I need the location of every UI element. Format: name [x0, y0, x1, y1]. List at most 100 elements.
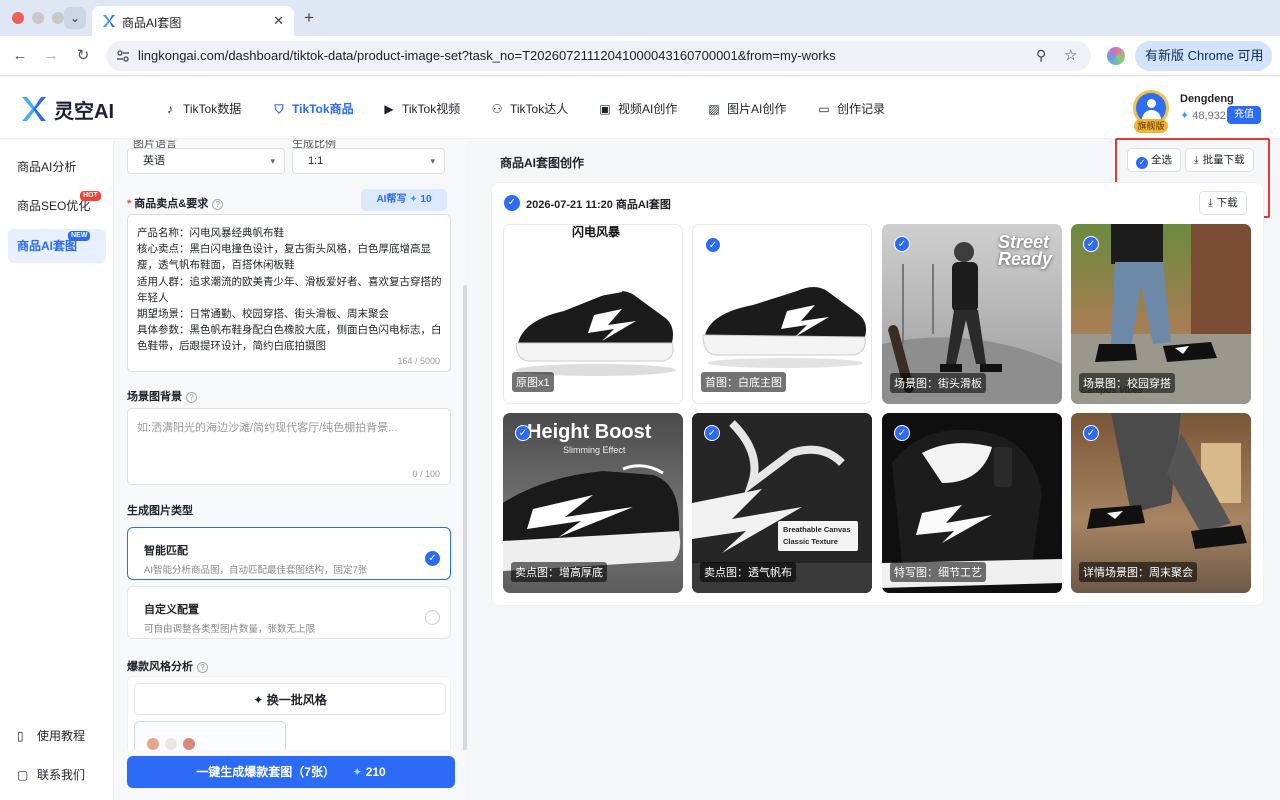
style-option-card[interactable] — [134, 721, 286, 750]
help-icon[interactable]: ? — [186, 392, 197, 403]
check-circle-icon[interactable]: ✓ — [894, 236, 910, 252]
sidebar-item-label: 商品SEO优化 — [17, 199, 91, 213]
nav-tiktok-creators[interactable]: ⚇ TikTok达人 — [490, 100, 569, 117]
option-desc: AI智能分析商品图，自动匹配最佳套图结构，固定7张 — [144, 565, 368, 576]
language-value: 英语 — [143, 155, 165, 167]
nav-video-ai[interactable]: ▣ 视频AI创作 — [598, 100, 677, 117]
nav-label: TikTok达人 — [510, 102, 569, 116]
style-analysis-label: 爆款风格分析? — [127, 658, 208, 674]
download-label: 下载 — [1216, 197, 1238, 209]
image-tile-campus[interactable]: Campus Vibes ✓ 场景图：校园穿搭 — [1071, 224, 1251, 404]
color-swatch — [183, 738, 195, 750]
new-tab-icon[interactable]: + — [304, 8, 314, 28]
ai-help-cost: 10 — [420, 194, 432, 205]
check-circle-icon[interactable]: ✓ — [705, 237, 721, 253]
update-label: 有新版 Chrome 可用 — [1145, 48, 1264, 63]
tile-label: 卖点图：透气帆布 — [700, 562, 796, 582]
selling-points-text: 产品名称：闪电风暴经典帆布鞋 核心卖点：黑白闪电撞色设计，复古街头风格，白色厚底… — [137, 227, 442, 353]
image-tile-original[interactable]: 闪电风暴 原图x1 — [503, 224, 683, 404]
tile-label: 特写图：细节工艺 — [890, 562, 986, 582]
nav-history[interactable]: ▭ 创作记录 — [817, 100, 885, 117]
download-button[interactable]: ⤓ 下载 — [1199, 191, 1247, 215]
feature-text: Breathable Canvas — [783, 525, 851, 534]
help-icon[interactable]: ? — [197, 662, 208, 673]
tab-title: 商品AI套图 — [122, 16, 182, 30]
tile-label: 场景图：街头滑板 — [890, 373, 986, 393]
sidebar-item-product-analysis[interactable]: 商品AI分析 — [8, 150, 106, 184]
selling-points-label: * 商品卖点&要求? — [127, 195, 224, 211]
sidebar-item-image-set[interactable]: 商品AI套图 NEW — [8, 229, 106, 263]
form-scrollbar[interactable] — [463, 285, 467, 755]
image-tile-street-skate[interactable]: Street Ready ✓ 场景图：街头滑板 — [882, 224, 1062, 404]
more-menu-icon[interactable]: ⋮ — [1251, 41, 1264, 71]
scene-textarea[interactable]: 如:洒满阳光的海边沙滩/简约现代客厅/纯色棚拍背景... 0 / 100 — [127, 408, 451, 485]
contact-link[interactable]: ▢ 联系我们 — [17, 766, 85, 783]
help-icon[interactable]: ? — [212, 199, 224, 210]
tab-search-chevron-icon[interactable]: ⌄ — [64, 7, 86, 29]
tutorial-link[interactable]: ▯ 使用教程 — [17, 727, 85, 744]
option-custom-config[interactable]: 自定义配置 可自由调整各类型图片数量，张数无上限 — [127, 586, 451, 639]
sidebar: 商品AI分析 商品SEO优化 HOT 商品AI套图 NEW ▯ 使用教程 ▢ 联系我… — [0, 140, 114, 800]
check-circle-icon[interactable]: ✓ — [704, 425, 720, 441]
result-title: 2026-07-21 11:20 商品AI套图 — [526, 199, 671, 211]
generate-button[interactable]: 一键生成爆款套图（7张） ✦ 210 — [127, 756, 455, 788]
selling-points-textarea[interactable]: 产品名称：闪电风暴经典帆布鞋 核心卖点：黑白闪电撞色设计，复古街头风格，白色厚底… — [127, 214, 451, 372]
profile-avatar[interactable] — [1107, 47, 1125, 65]
nav-tiktok-products[interactable]: ⛉ TikTok商品 — [272, 100, 353, 117]
video-icon: ▶ — [384, 102, 394, 116]
nav-tiktok-videos[interactable]: ▶ TikTok视频 — [382, 100, 460, 117]
nav-tiktok-data[interactable]: ♪ TikTok数据 — [163, 100, 241, 117]
ratio-select[interactable]: 1:1 ▾ — [292, 148, 445, 174]
back-arrow-icon[interactable]: ← — [9, 45, 31, 67]
nav-label: 图片AI创作 — [727, 102, 787, 116]
chrome-update-button[interactable]: 有新版 Chrome 可用 ⋮ — [1135, 41, 1272, 71]
zoom-icon[interactable]: ⚲ — [1036, 47, 1046, 64]
ai-help-label: AI帮写 — [376, 194, 407, 205]
image-tile-main-white[interactable]: ✓ 首图：白底主图 — [692, 224, 872, 404]
bookmark-star-icon[interactable]: ☆ — [1064, 46, 1077, 64]
vip-badge: 旗舰版 — [1134, 119, 1168, 133]
lingkong-favicon-icon — [103, 15, 115, 27]
radio-empty-icon — [425, 610, 440, 625]
overlay-street-ready: Street Ready — [998, 232, 1053, 269]
folder-icon: ▭ — [818, 102, 830, 116]
lingkong-logo-icon — [22, 97, 46, 121]
browser-tab-active[interactable]: 商品AI套图 ✕ — [92, 6, 294, 36]
tile-label: 场景图：校园穿搭 — [1079, 373, 1175, 393]
check-circle-icon[interactable]: ✓ — [504, 195, 520, 211]
diamond-icon: ✦ — [409, 194, 421, 205]
image-tile-weekend[interactable]: ✓ 详情场景图：周末聚会 — [1071, 413, 1251, 593]
image-tile-canvas[interactable]: Breathable Canvas Classic Texture ✓ 卖点图：… — [692, 413, 872, 593]
ai-write-button[interactable]: AI帮写 ✦ 10 — [361, 189, 447, 211]
image-tile-height-boost[interactable]: Height Boost Slimming Effect ✓ 卖点图：增高厚底 — [503, 413, 683, 593]
check-circle-icon[interactable]: ✓ — [1083, 236, 1099, 252]
shuffle-style-button[interactable]: ✦ 换一批风格 — [134, 683, 446, 715]
users-icon: ⚇ — [491, 102, 503, 116]
check-circle-icon[interactable]: ✓ — [1083, 425, 1099, 441]
close-window-button[interactable] — [12, 12, 24, 24]
address-bar[interactable]: lingkongai.com/dashboard/tiktok-data/pro… — [106, 41, 1091, 71]
nav-image-ai[interactable]: ▨ 图片AI创作 — [707, 100, 786, 117]
maximize-window-button[interactable] — [52, 12, 64, 24]
minimize-window-button[interactable] — [32, 12, 44, 24]
check-circle-icon[interactable]: ✓ — [894, 425, 910, 441]
reload-icon[interactable]: ↻ — [72, 45, 94, 67]
video-ai-icon: ▣ — [599, 102, 611, 116]
footer-label: 使用教程 — [37, 729, 86, 743]
recharge-button[interactable]: 充值 — [1227, 106, 1261, 124]
hot-badge: HOT — [80, 191, 101, 201]
tile-label: 首图：白底主图 — [701, 372, 786, 392]
site-settings-icon[interactable] — [116, 49, 130, 63]
option-smart-match[interactable]: 智能匹配 AI智能分析商品图，自动匹配最佳套图结构，固定7张 ✓ — [127, 527, 451, 580]
option-title: 自定义配置 — [144, 604, 199, 616]
forward-arrow-icon[interactable]: → — [40, 45, 62, 67]
scene-placeholder: 如:洒满阳光的海边沙滩/简约现代客厅/纯色棚拍背景... — [137, 422, 398, 434]
url-text[interactable]: lingkongai.com/dashboard/tiktok-data/pro… — [138, 48, 836, 63]
sidebar-item-seo[interactable]: 商品SEO优化 HOT — [8, 189, 106, 223]
tab-close-icon[interactable]: ✕ — [273, 13, 284, 29]
color-swatch — [165, 738, 177, 750]
shuffle-label: 换一批风格 — [266, 693, 327, 707]
image-tile-detail[interactable]: ✓ 特写图：细节工艺 — [882, 413, 1062, 593]
language-select[interactable]: 英语 ▾ — [127, 148, 285, 174]
check-circle-icon[interactable]: ✓ — [515, 425, 531, 441]
